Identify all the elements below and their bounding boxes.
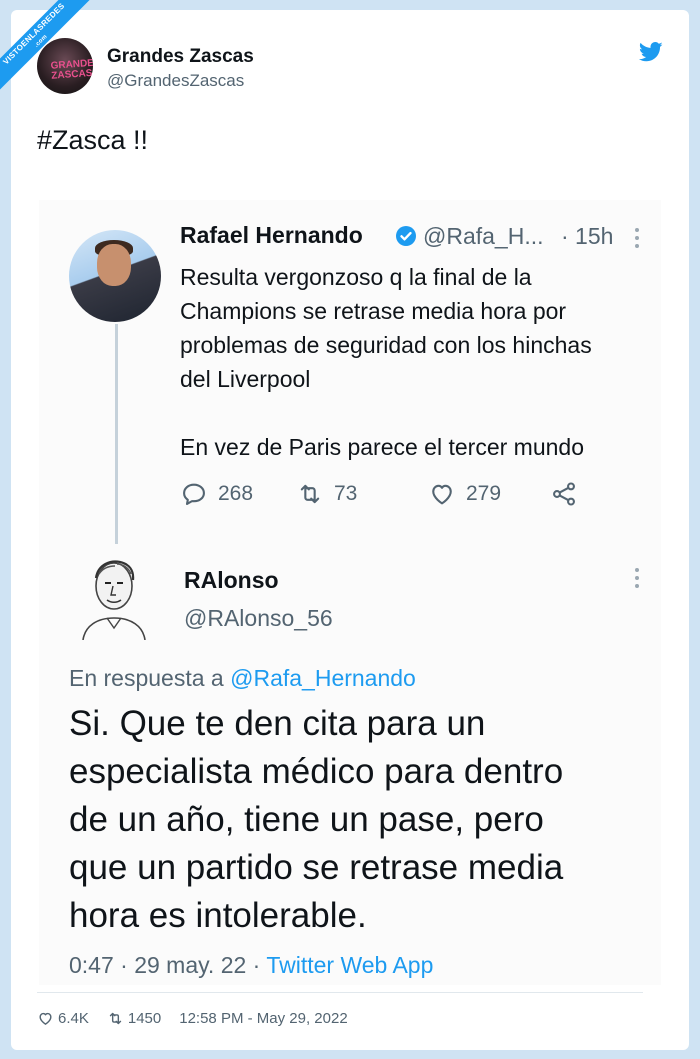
share-action[interactable]	[550, 480, 578, 508]
retweet-count: 73	[334, 482, 358, 505]
reply-time-date[interactable]: 0:47 · 29 may. 22 ·	[69, 952, 260, 978]
verified-badge-icon	[396, 226, 416, 246]
footer-retweets[interactable]: 1450	[107, 1010, 161, 1027]
reply-line-4: que un partido se retrase media	[69, 848, 564, 887]
retweet-icon	[300, 484, 320, 504]
footer-divider	[37, 992, 643, 993]
reply-line-3: de un año, tiene un pase, pero	[69, 800, 544, 839]
footer-likes[interactable]: 6.4K	[37, 1010, 89, 1027]
reply-author-name[interactable]: RAlonso	[184, 567, 279, 594]
footer-like-icon	[39, 1012, 52, 1025]
parent-line-1: Resulta vergonzoso q la final de la	[180, 264, 532, 290]
twitter-bird-icon[interactable]	[639, 42, 663, 62]
reply-line-5: hora es intolerable.	[69, 896, 367, 935]
share-icon	[553, 482, 575, 506]
parent-line-2: Champions se retrase media hora por	[180, 298, 567, 324]
parent-tweet-body: Resulta vergonzoso q la final de la Cham…	[180, 260, 650, 464]
thread-connector	[115, 324, 118, 544]
footer-like-count: 6.4K	[58, 1010, 89, 1027]
more-icon[interactable]	[635, 228, 639, 250]
embedded-screenshot: Rafael Hernando @Rafa_H... · 15h Resulta…	[39, 200, 661, 985]
footer-retweet-count: 1450	[127, 1010, 162, 1027]
parent-actions: 268 73 279	[180, 480, 640, 510]
reply-author-handle[interactable]: @RAlonso_56	[184, 605, 333, 632]
ralonso-avatar[interactable]	[77, 550, 151, 640]
reply-count: 268	[218, 482, 254, 505]
author-handle[interactable]: @GrandesZascas	[107, 71, 244, 91]
retweet-action[interactable]: 73	[296, 480, 357, 508]
parent-timestamp[interactable]: · 15h	[561, 223, 613, 250]
reply-icon	[183, 483, 205, 505]
avatar-logo-text: GRANDES ZASCAS	[50, 57, 93, 82]
tweet-header: GRANDES ZASCAS Grandes Zascas @GrandesZa…	[37, 38, 663, 98]
rafael-avatar[interactable]	[69, 230, 161, 322]
reply-source[interactable]: Twitter Web App	[266, 952, 433, 978]
tweet-card: GRANDES ZASCAS Grandes Zascas @GrandesZa…	[11, 10, 689, 1050]
tweet-footer: 6.4K 1450 12:58 PM - May 29, 2022	[37, 1010, 366, 1027]
like-action[interactable]: 279	[428, 480, 501, 508]
parent-author-name[interactable]: Rafael Hernando	[180, 222, 363, 249]
replying-to-prefix: En respuesta a	[69, 665, 224, 691]
like-count: 279	[466, 482, 502, 505]
avatar-face	[97, 244, 131, 286]
reply-action[interactable]: 268	[180, 480, 253, 508]
parent-line-4: del Liverpool	[180, 366, 311, 392]
replying-to: En respuesta a @Rafa_Hernando	[69, 665, 416, 692]
author-name[interactable]: Grandes Zascas	[107, 46, 254, 68]
footer-retweet-icon	[109, 1012, 122, 1025]
footer-timestamp[interactable]: 12:58 PM - May 29, 2022	[179, 1010, 347, 1027]
reply-tweet-body: Si. Que te den cita para un especialista…	[69, 700, 649, 940]
reply-meta: 0:47 · 29 may. 22 · Twitter Web App	[69, 952, 433, 979]
tweet-text: #Zasca !!	[37, 125, 149, 155]
replying-to-link[interactable]: @Rafa_Hernando	[230, 665, 416, 691]
parent-author-handle[interactable]: @Rafa_H...	[423, 223, 544, 250]
reply-more-icon[interactable]	[635, 568, 639, 590]
reply-line-2: especialista médico para dentro	[69, 752, 564, 791]
author-avatar[interactable]: GRANDES ZASCAS	[37, 38, 93, 94]
parent-line-5: En vez de Paris parece el tercer mundo	[180, 434, 584, 460]
like-icon	[432, 484, 452, 505]
parent-line-3: problemas de seguridad con los hinchas	[180, 332, 592, 358]
reply-line-1: Si. Que te den cita para un	[69, 704, 486, 743]
